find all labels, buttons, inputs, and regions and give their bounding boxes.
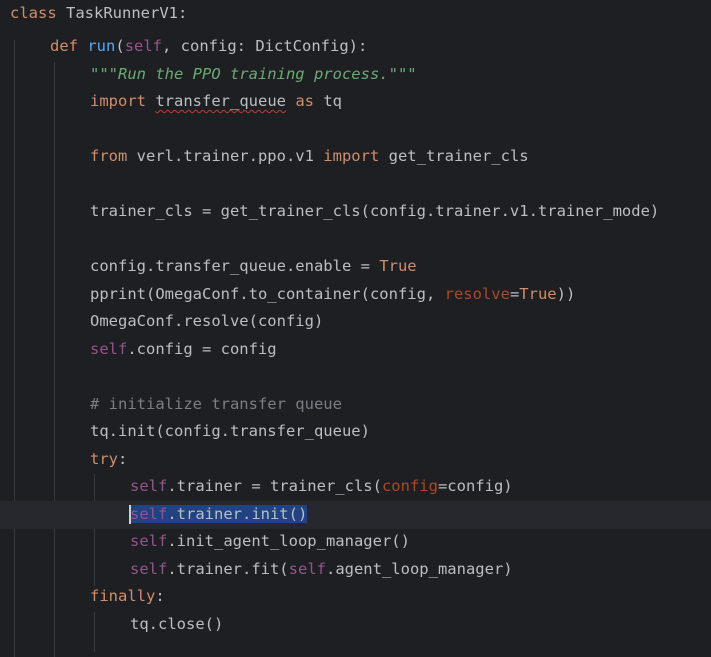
keyword-import: import	[323, 147, 380, 165]
statement: .trainer.init()	[167, 505, 308, 523]
statement: .trainer.fit(	[167, 560, 289, 578]
keyword-from: from	[90, 147, 128, 165]
code-text: class TaskRunnerV1:	[10, 0, 187, 28]
module-path: verl.trainer.ppo.v1	[127, 147, 324, 165]
code-text: import transfer_queue as tq	[90, 88, 342, 116]
docstring: """Run the PPO training process."""	[90, 65, 417, 83]
code-text: finally:	[90, 583, 165, 611]
code-text: tq.close()	[130, 611, 223, 639]
code-text: tq.init(config.transfer_queue)	[90, 418, 370, 446]
code-text: pprint(OmegaConf.to_container(config, re…	[90, 281, 575, 309]
keyword-def: def	[50, 37, 78, 55]
code-line-10[interactable]: self.config = config	[0, 336, 711, 364]
code-line-17[interactable]: self.trainer.fit(self.agent_loop_manager…	[0, 556, 711, 584]
code-text: self.trainer.fit(self.agent_loop_manager…	[130, 556, 513, 584]
self-param: self	[124, 37, 163, 55]
keyword-finally: finally	[90, 587, 156, 605]
code-line-2[interactable]: def run(self, config: DictConfig):	[0, 33, 711, 61]
code-text: OmegaConf.resolve(config)	[90, 308, 323, 336]
code-line-7[interactable]: config.transfer_queue.enable = True	[0, 253, 711, 281]
code-text: """Run the PPO training process."""	[90, 61, 417, 89]
keyword-class: class	[10, 4, 57, 22]
code-text: from verl.trainer.ppo.v1 import get_trai…	[90, 143, 529, 171]
code-line-13[interactable]: try:	[0, 446, 711, 474]
code-line-5[interactable]: from verl.trainer.ppo.v1 import get_trai…	[0, 143, 711, 171]
params: , config: DictConfig):	[162, 37, 368, 55]
function-name: run	[87, 37, 116, 55]
statement: OmegaConf.resolve(config)	[90, 312, 324, 330]
code-line-1[interactable]: class TaskRunnerV1:	[0, 0, 711, 28]
code-text: # initialize transfer queue	[90, 391, 342, 419]
self-keyword: self	[130, 505, 168, 523]
self-keyword: self	[130, 560, 168, 578]
statement: tq.close()	[130, 615, 224, 633]
keyword-true: True	[519, 285, 557, 303]
statement-tail: =config)	[437, 477, 513, 495]
code-text: try:	[90, 446, 127, 474]
keyword-try: try	[90, 450, 118, 468]
code-text: self.config = config	[90, 336, 277, 364]
keyword-import: import	[90, 92, 146, 110]
code-line-11[interactable]: # initialize transfer queue	[0, 391, 711, 419]
named-arg: resolve	[444, 285, 510, 303]
alias: tq	[314, 92, 343, 110]
imported-name: get_trainer_cls	[379, 147, 529, 165]
code-text: self.trainer = trainer_cls(config=config…	[130, 473, 513, 501]
code-line-12[interactable]: tq.init(config.transfer_queue)	[0, 418, 711, 446]
code-line-8[interactable]: pprint(OmegaConf.to_container(config, re…	[0, 281, 711, 309]
statement: pprint(OmegaConf.to_container(config,	[90, 285, 445, 303]
code-line-14[interactable]: self.trainer = trainer_cls(config=config…	[0, 473, 711, 501]
self-keyword: self	[90, 340, 128, 358]
code-line-3[interactable]: """Run the PPO training process."""	[0, 61, 711, 89]
code-editor[interactable]: class TaskRunnerV1: def run(self, config…	[0, 0, 711, 657]
code-line-16[interactable]: self.init_agent_loop_manager()	[0, 528, 711, 556]
code-text: config.transfer_queue.enable = True	[90, 253, 417, 281]
code-line-19[interactable]: tq.close()	[0, 611, 711, 639]
colon: :	[155, 587, 165, 605]
class-name: TaskRunnerV1:	[56, 4, 188, 22]
code-line-9[interactable]: OmegaConf.resolve(config)	[0, 308, 711, 336]
statement: .config = config	[127, 340, 277, 358]
text-caret	[129, 505, 131, 524]
unresolved-module[interactable]: transfer_queue	[155, 92, 286, 110]
keyword-as: as	[295, 92, 315, 110]
selection[interactable]: self.trainer.init()	[130, 505, 308, 523]
statement: config.transfer_queue.enable =	[90, 257, 380, 275]
code-text: trainer_cls = get_trainer_cls(config.tra…	[90, 198, 659, 226]
code-line-4[interactable]: import transfer_queue as tq	[0, 88, 711, 116]
statement: tq.init(config.transfer_queue)	[90, 422, 370, 440]
named-arg: config	[381, 477, 438, 495]
code-line-6[interactable]: trainer_cls = get_trainer_cls(config.tra…	[0, 198, 711, 226]
code-text: def run(self, config: DictConfig):	[50, 33, 367, 61]
keyword-true: True	[379, 257, 417, 275]
equals: =	[509, 285, 520, 303]
statement: .init_agent_loop_manager()	[167, 532, 410, 550]
statement-tail: .agent_loop_manager)	[325, 560, 513, 578]
comment: # initialize transfer queue	[90, 395, 342, 413]
code-text: self.trainer.init()	[129, 501, 308, 529]
code-text: self.init_agent_loop_manager()	[130, 528, 410, 556]
self-keyword: self	[130, 477, 168, 495]
self-keyword: self	[288, 560, 326, 578]
paren: (	[115, 37, 125, 55]
colon: :	[118, 450, 128, 468]
code-line-15-current[interactable]: self.trainer.init()	[0, 501, 711, 529]
close-parens: ))	[556, 285, 576, 303]
self-keyword: self	[130, 532, 168, 550]
statement: .trainer = trainer_cls(	[167, 477, 382, 495]
statement: trainer_cls = get_trainer_cls(config.tra…	[90, 202, 660, 220]
code-line-18[interactable]: finally:	[0, 583, 711, 611]
